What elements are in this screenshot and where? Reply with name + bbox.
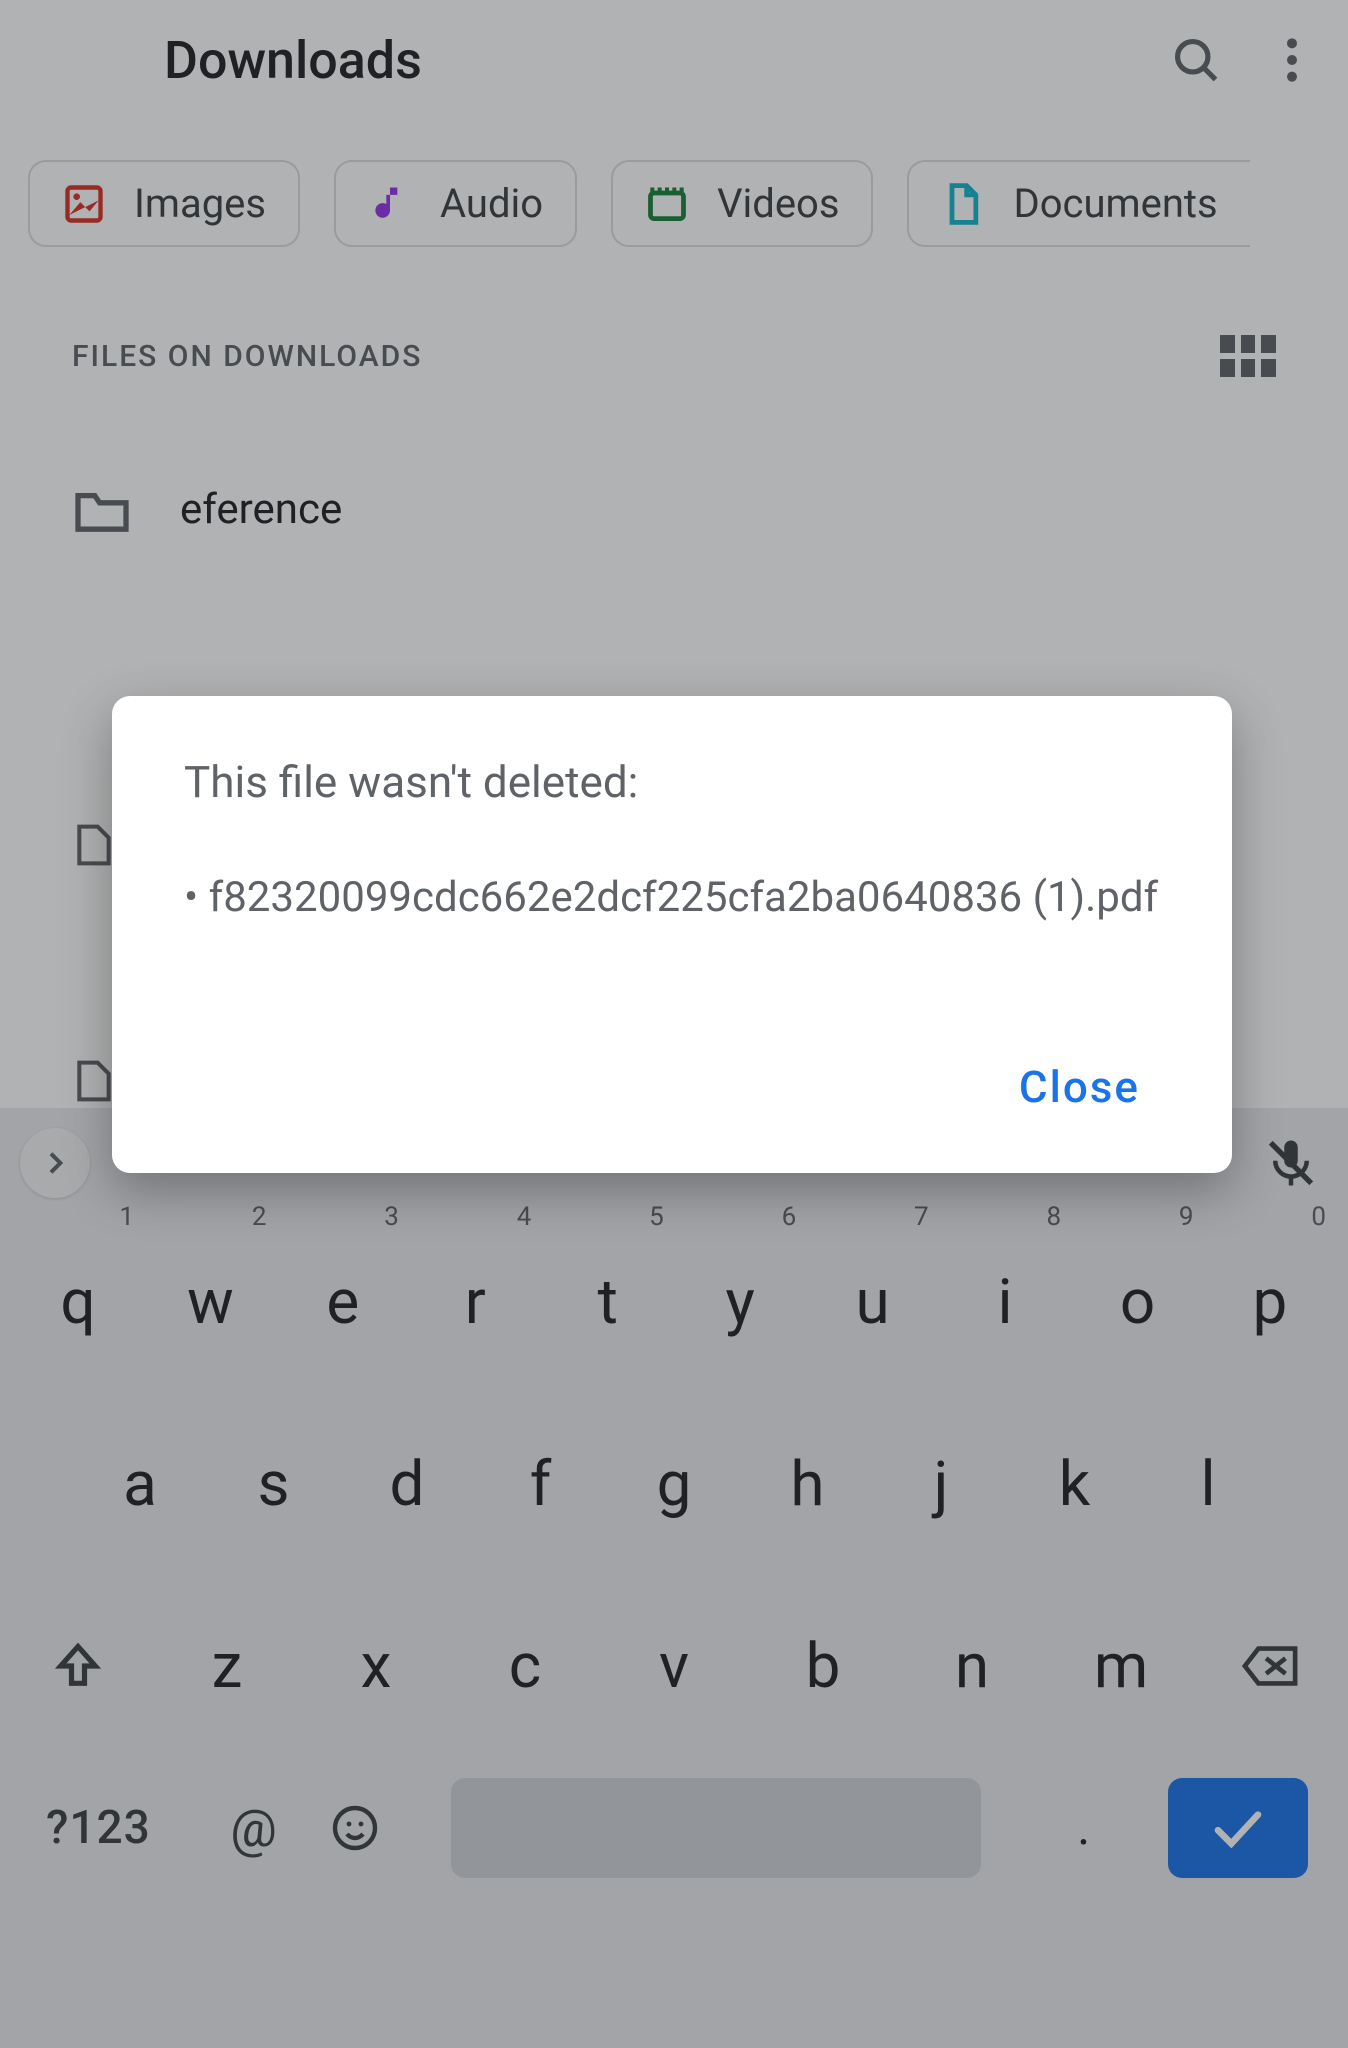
dialog-item: f82320099cdc662e2dcf225cfa2ba0640836 (1)… [184, 868, 1160, 929]
close-button[interactable]: Close [999, 1049, 1160, 1125]
dialog-title: This file wasn't deleted: [184, 756, 1160, 808]
delete-error-dialog: This file wasn't deleted: f82320099cdc66… [112, 696, 1232, 1173]
dialog-body: f82320099cdc662e2dcf225cfa2ba0640836 (1)… [184, 868, 1160, 929]
